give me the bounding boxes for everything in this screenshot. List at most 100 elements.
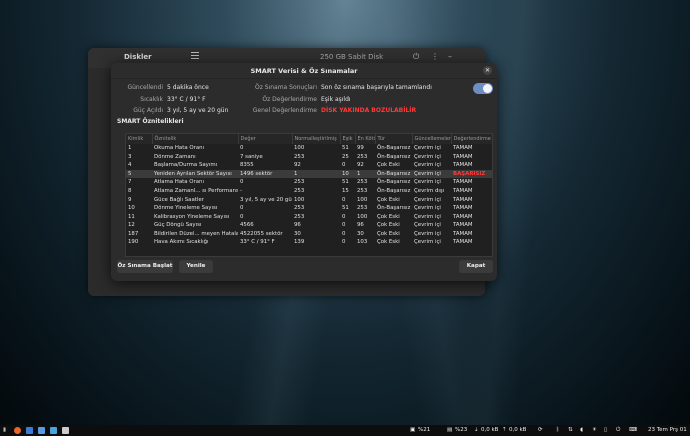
self-assessment-label: Öz Değerlendirme: [262, 96, 317, 103]
cell-threshold: 0: [342, 222, 346, 229]
cell-worst: 1: [355, 169, 375, 179]
cell-id: 9: [128, 196, 132, 203]
cell-type: Çok Eski: [377, 239, 400, 246]
text-editor-icon[interactable]: [38, 427, 45, 434]
col-value[interactable]: Değer: [238, 134, 293, 144]
cell-threshold: 0: [342, 230, 346, 237]
start-selftest-button[interactable]: Öz Sınama Başlat: [117, 260, 173, 273]
col-id[interactable]: Kimlik: [126, 134, 153, 144]
close-icon[interactable]: ✕: [483, 66, 492, 75]
cell-attribute: Güce Bağlı Saatler: [154, 196, 204, 203]
cell-normalized: 253: [294, 213, 305, 220]
cell-type: Ön-Başarısız: [377, 205, 411, 212]
cell-value: 7 saniye: [240, 153, 263, 160]
clipboard-icon[interactable]: ▯: [604, 427, 607, 433]
cell-worst: 92: [357, 162, 364, 169]
cell-attribute: Okuma Hata Oranı: [154, 145, 205, 152]
overall-assessment-value: DİSK YAKINDA BOZULABİLİR: [321, 107, 417, 114]
table-row[interactable]: 187 Bildirilen Düzel... meyen Hatalar 4522…: [126, 229, 492, 238]
selftest-results-label: Öz Sınama Sonuçları: [254, 84, 317, 91]
cell-assessment: TAMAM: [453, 196, 473, 203]
network-icon[interactable]: ⇅: [568, 427, 573, 433]
cell-normalized: 92: [294, 162, 301, 169]
cell-normalized: 30: [294, 230, 301, 237]
cpu-usage: %21: [418, 427, 431, 433]
apps-menu-icon[interactable]: ▮: [3, 427, 6, 433]
brightness-icon[interactable]: ☀: [592, 427, 597, 433]
smart-attributes-table[interactable]: Kimlik Öznitelik Değer Normalleştirilmiş…: [125, 133, 493, 257]
col-type[interactable]: Tür: [375, 134, 413, 144]
menu-icon[interactable]: [191, 52, 199, 61]
cell-id: 5: [126, 169, 152, 179]
keyboard-icon[interactable]: ⌨: [629, 427, 637, 433]
cell-assessment: BAŞARISIZ: [451, 169, 492, 179]
cell-threshold: 0: [342, 196, 346, 203]
col-assessment[interactable]: Değerlendirme: [451, 134, 492, 144]
cell-attribute: Atlama Hata Oranı: [154, 179, 204, 186]
cell-updates: Çevrim içi: [414, 239, 441, 246]
power-menu-icon[interactable]: ⏻: [616, 427, 620, 434]
cell-normalized: 1: [292, 169, 340, 179]
table-row[interactable]: 12 Güç Döngü Sayısı 4566 96 0 96 Çok Eski Çevri…: [126, 221, 492, 230]
files-icon[interactable]: [26, 427, 33, 434]
col-normalized[interactable]: Normalleştirilmiş: [292, 134, 341, 144]
table-row[interactable]: 8 Atlama Zamanl... sı Performansı - 253 15 25…: [126, 187, 492, 196]
firefox-icon[interactable]: [14, 427, 21, 434]
minimize-icon[interactable]: –: [448, 52, 452, 61]
cell-value: 0: [240, 145, 244, 152]
cell-type: Çok Eski: [377, 196, 400, 203]
cell-value: 4522055 sektör: [240, 230, 283, 237]
close-button[interactable]: Kapat: [459, 260, 493, 273]
sync-icon[interactable]: ⟳: [538, 427, 543, 433]
selftest-results-value: Son öz sınama başarıyla tamamlandı: [321, 84, 432, 91]
self-assessment-value: Eşik aşıldı: [321, 96, 351, 103]
cpu-icon: ▣: [410, 427, 416, 433]
table-row[interactable]: 1 Okuma Hata Oranı 0 100 51 99 Ön-Başarısız Çev…: [126, 144, 492, 153]
cell-id: 8: [128, 188, 132, 194]
clock[interactable]: 23 Tem Prş 01: [648, 427, 687, 433]
overall-assessment-label: Genel Değerlendirme: [252, 107, 317, 114]
more-icon[interactable]: ⋮: [431, 52, 439, 61]
cell-assessment: TAMAM: [453, 230, 473, 237]
table-row[interactable]: 4 Başlama/Durma Sayımı 8355 92 0 92 Çok Eski Çe…: [126, 161, 492, 170]
cell-threshold: 51: [342, 179, 349, 186]
col-worst[interactable]: En Kötü: [355, 134, 376, 144]
table-row[interactable]: 9 Güce Bağlı Saatler 3 yıl, 5 ay ve 20 gün…: [126, 195, 492, 204]
bluetooth-icon[interactable]: ᛒ: [556, 427, 559, 433]
cell-assessment: TAMAM: [453, 162, 473, 169]
cell-type: Çok Eski: [377, 222, 400, 229]
toggle-knob: [483, 84, 492, 93]
table-row[interactable]: 5 Yeniden Ayrılan Sektör Sayısı 1496 sektö…: [126, 169, 492, 179]
volume-icon[interactable]: ◖: [580, 427, 583, 433]
col-threshold[interactable]: Eşik: [340, 134, 356, 144]
software-icon[interactable]: [50, 427, 57, 434]
table-row[interactable]: 10 Dönme Yineleme Sayısı 0 253 51 253 Ön-Başar…: [126, 204, 492, 213]
refresh-button[interactable]: Yenile: [179, 260, 213, 273]
upload-icon: ⇡: [502, 427, 507, 433]
smart-enable-toggle[interactable]: [473, 83, 493, 94]
col-attribute[interactable]: Öznitelik: [152, 134, 239, 144]
cell-updates: Çevrim içi: [414, 196, 441, 203]
disks-subtitle: 250 GB Sabit Disk: [320, 53, 384, 61]
cell-normalized: 100: [294, 145, 305, 152]
table-row[interactable]: 11 Kalibrasyon Yineleme Sayısı 0 253 0 100 Çok…: [126, 212, 492, 221]
table-row[interactable]: 7 Atlama Hata Oranı 0 253 51 253 Ön-Başarısız Ç…: [126, 178, 492, 187]
table-row[interactable]: 190 Hava Akımı Sıcaklığı 33° C / 91° F 139 0…: [126, 238, 492, 247]
col-updates[interactable]: Güncellemeler: [412, 134, 452, 144]
cell-updates: Çevrim dışı: [414, 188, 445, 194]
cell-value: 1496 sektör: [238, 169, 292, 179]
cell-type: Çok Eski: [377, 230, 400, 237]
cell-type: Ön-Başarısız: [377, 153, 411, 160]
disks-icon[interactable]: [62, 427, 69, 434]
cell-type: Ön-Başarısız: [375, 169, 412, 179]
cell-attribute: Dönme Zamanı: [154, 153, 196, 160]
table-row[interactable]: 3 Dönme Zamanı 7 saniye 253 25 253 Ön-Başarısı…: [126, 153, 492, 162]
cell-value: 0: [240, 213, 244, 220]
powered-on-label: Güç Açıldı: [133, 107, 163, 114]
cell-worst: 99: [357, 145, 364, 152]
cell-normalized: 96: [294, 222, 301, 229]
cell-id: 190: [128, 239, 139, 246]
power-icon[interactable]: ⏻: [413, 52, 419, 62]
cell-assessment: TAMAM: [453, 145, 473, 152]
cell-threshold: 10: [340, 169, 355, 179]
